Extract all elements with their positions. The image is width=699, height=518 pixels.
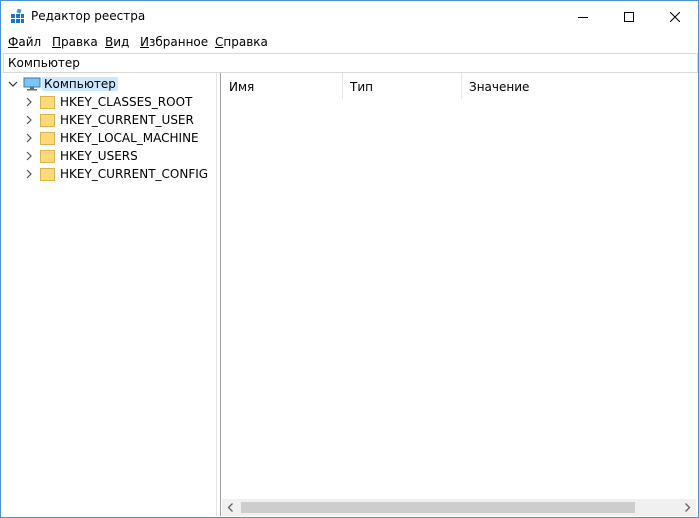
chevron-right-icon[interactable] bbox=[24, 151, 34, 161]
menu-edit[interactable]: Правка bbox=[52, 35, 98, 49]
folder-icon bbox=[40, 132, 55, 145]
column-header-label: Имя bbox=[229, 80, 255, 94]
tree-item-hkey-classes-root[interactable]: HKEY_CLASSES_ROOT bbox=[3, 93, 203, 111]
scroll-right-button[interactable] bbox=[679, 499, 696, 516]
tree-item-label: HKEY_LOCAL_MACHINE bbox=[60, 131, 199, 145]
tree-item-hkey-current-config[interactable]: HKEY_CURRENT_CONFIG bbox=[3, 165, 208, 183]
folder-icon bbox=[40, 150, 55, 163]
chevron-right-icon[interactable] bbox=[24, 133, 34, 143]
tree-item-label: HKEY_USERS bbox=[60, 149, 138, 163]
column-header-value[interactable]: Значение bbox=[462, 73, 696, 99]
tree-item-hkey-users[interactable]: HKEY_USERS bbox=[3, 147, 203, 165]
column-header-label: Значение bbox=[469, 80, 530, 94]
folder-icon bbox=[40, 114, 55, 127]
close-icon bbox=[670, 11, 680, 22]
scroll-left-button[interactable] bbox=[222, 499, 239, 516]
window-title: Редактор реестра bbox=[31, 9, 146, 23]
menu-view[interactable]: Вид bbox=[105, 35, 129, 49]
column-header-name[interactable]: Имя bbox=[222, 73, 343, 99]
values-list-pane[interactable]: Имя Тип Значение bbox=[222, 73, 696, 516]
address-path[interactable]: Компьютер bbox=[8, 56, 80, 70]
chevron-right-icon[interactable] bbox=[24, 97, 34, 107]
chevron-right-icon[interactable] bbox=[24, 169, 34, 179]
minimize-icon bbox=[578, 16, 588, 18]
computer-icon bbox=[23, 77, 41, 91]
address-bar[interactable]: Компьютер bbox=[3, 53, 698, 73]
tree-item-computer[interactable]: Компьютер bbox=[3, 75, 203, 93]
registry-editor-window: Редактор реестра Файл Правка Вид Избранн… bbox=[0, 0, 699, 518]
tree-pane[interactable]: Компьютер HKEY_CLASSES_ROOT HKEY_CURRENT… bbox=[3, 73, 216, 516]
column-header-type[interactable]: Тип bbox=[343, 73, 462, 99]
menu-help[interactable]: Справка bbox=[215, 35, 268, 49]
registry-editor-icon bbox=[10, 9, 25, 24]
close-button[interactable] bbox=[652, 1, 698, 32]
column-header-label: Тип bbox=[350, 80, 373, 94]
tree-item-label: Компьютер bbox=[42, 77, 118, 91]
tree-item-hkey-current-user[interactable]: HKEY_CURRENT_USER bbox=[3, 111, 203, 129]
chevron-right-icon[interactable] bbox=[24, 115, 34, 125]
horizontal-scrollbar[interactable] bbox=[222, 499, 696, 516]
scrollbar-thumb[interactable] bbox=[241, 502, 635, 513]
chevron-right-icon bbox=[685, 503, 691, 512]
chevron-down-icon[interactable] bbox=[8, 79, 18, 89]
tree-item-label: HKEY_CURRENT_USER bbox=[60, 113, 194, 127]
menu-favorites[interactable]: Избранное bbox=[140, 35, 208, 49]
chevron-left-icon bbox=[227, 503, 233, 512]
tree-item-label: HKEY_CLASSES_ROOT bbox=[60, 95, 193, 109]
menu-bar: Файл Правка Вид Избранное Справка bbox=[1, 32, 698, 52]
tree-item-hkey-local-machine[interactable]: HKEY_LOCAL_MACHINE bbox=[3, 129, 203, 147]
menu-file[interactable]: Файл bbox=[8, 35, 41, 49]
tree-item-label: HKEY_CURRENT_CONFIG bbox=[60, 167, 209, 181]
pane-splitter[interactable] bbox=[216, 73, 221, 516]
minimize-button[interactable] bbox=[560, 1, 606, 32]
title-bar[interactable]: Редактор реестра bbox=[1, 1, 698, 32]
maximize-button[interactable] bbox=[606, 1, 652, 32]
folder-icon bbox=[40, 168, 55, 181]
folder-icon bbox=[40, 96, 55, 109]
maximize-icon bbox=[624, 11, 634, 22]
